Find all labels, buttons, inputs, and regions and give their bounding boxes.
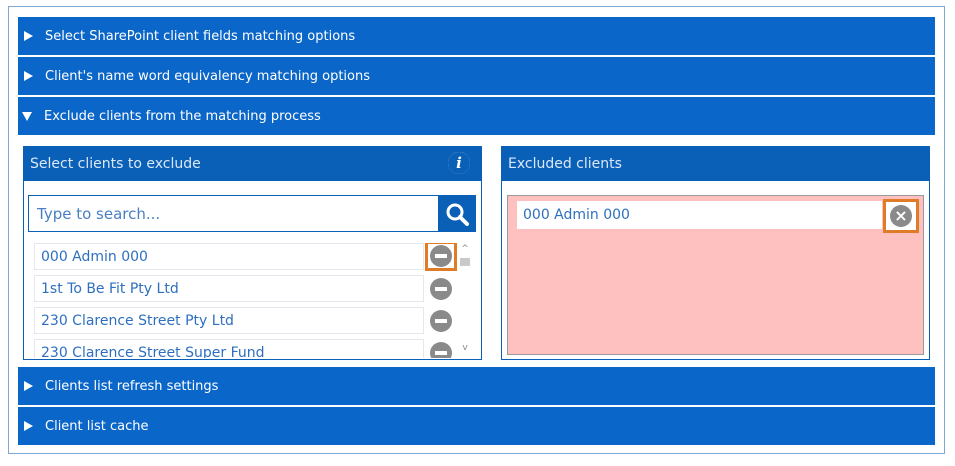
accordion-label: Exclude clients from the matching proces…: [44, 108, 321, 124]
accordion-label: Client list cache: [45, 418, 149, 434]
exclude-client-button[interactable]: [427, 307, 455, 335]
client-name: 000 Admin 000: [523, 207, 630, 223]
accordion-label: Client's name word equivalency matching …: [45, 68, 371, 84]
client-name[interactable]: 230 Clarence Street Super Fund: [34, 339, 424, 358]
scroll-down-icon[interactable]: v: [459, 343, 471, 353]
expand-arrow-icon: [24, 421, 33, 431]
expand-arrow-icon: [24, 71, 33, 81]
search-box: [28, 195, 476, 232]
collapse-arrow-icon: [22, 111, 32, 121]
client-list-scrollbar[interactable]: ^ v: [457, 243, 473, 358]
list-item: 230 Clarence Street Super Fund: [34, 339, 464, 358]
accordion-list-cache[interactable]: Client list cache: [18, 407, 935, 445]
exclude-client-button[interactable]: [425, 243, 457, 271]
accordion-label: Clients list refresh settings: [45, 378, 219, 394]
client-list: 000 Admin 000 1st To Be Fit Pty Ltd 230 …: [34, 243, 464, 358]
panel-title: Select clients to exclude: [30, 156, 201, 172]
client-name[interactable]: 000 Admin 000: [34, 243, 424, 270]
scroll-thumb[interactable]: [460, 258, 470, 266]
minus-circle-icon: [430, 310, 452, 332]
close-icon: ×: [890, 205, 912, 227]
accordion-exclude-clients[interactable]: Exclude clients from the matching proces…: [18, 97, 935, 135]
search-input[interactable]: [29, 196, 438, 231]
accordion-refresh-settings[interactable]: Clients list refresh settings: [18, 367, 935, 405]
minus-circle-icon: [430, 278, 452, 300]
select-clients-header: Select clients to exclude i: [24, 147, 481, 181]
select-clients-panel: Select clients to exclude i 000 Admin 00…: [23, 146, 482, 360]
exclude-client-button[interactable]: [427, 339, 455, 358]
search-button[interactable]: [438, 196, 475, 231]
excluded-clients-header: Excluded clients: [502, 147, 929, 181]
remove-excluded-button[interactable]: ×: [883, 199, 919, 233]
search-icon: [446, 203, 469, 226]
excluded-client-item: 000 Admin 000: [517, 201, 882, 229]
excluded-clients-panel: Excluded clients 000 Admin 000 ×: [501, 146, 930, 360]
scroll-up-icon[interactable]: ^: [459, 244, 471, 254]
list-item: 1st To Be Fit Pty Ltd: [34, 275, 464, 303]
list-item: 230 Clarence Street Pty Ltd: [34, 307, 464, 335]
exclude-client-button[interactable]: [427, 275, 455, 303]
accordion-label: Select SharePoint client fields matching…: [45, 28, 356, 44]
accordion-name-equivalency[interactable]: Client's name word equivalency matching …: [18, 57, 935, 95]
minus-circle-icon: [430, 342, 452, 358]
client-name[interactable]: 230 Clarence Street Pty Ltd: [34, 307, 424, 334]
excluded-clients-list: 000 Admin 000 ×: [507, 195, 924, 355]
expand-arrow-icon: [24, 31, 33, 41]
expand-arrow-icon: [24, 381, 33, 391]
client-name[interactable]: 1st To Be Fit Pty Ltd: [34, 275, 424, 302]
list-item: 000 Admin 000: [34, 243, 464, 271]
minus-circle-icon: [430, 245, 452, 267]
accordion-sharepoint-fields[interactable]: Select SharePoint client fields matching…: [18, 17, 935, 55]
info-icon[interactable]: i: [446, 150, 472, 176]
panel-title: Excluded clients: [508, 156, 622, 172]
